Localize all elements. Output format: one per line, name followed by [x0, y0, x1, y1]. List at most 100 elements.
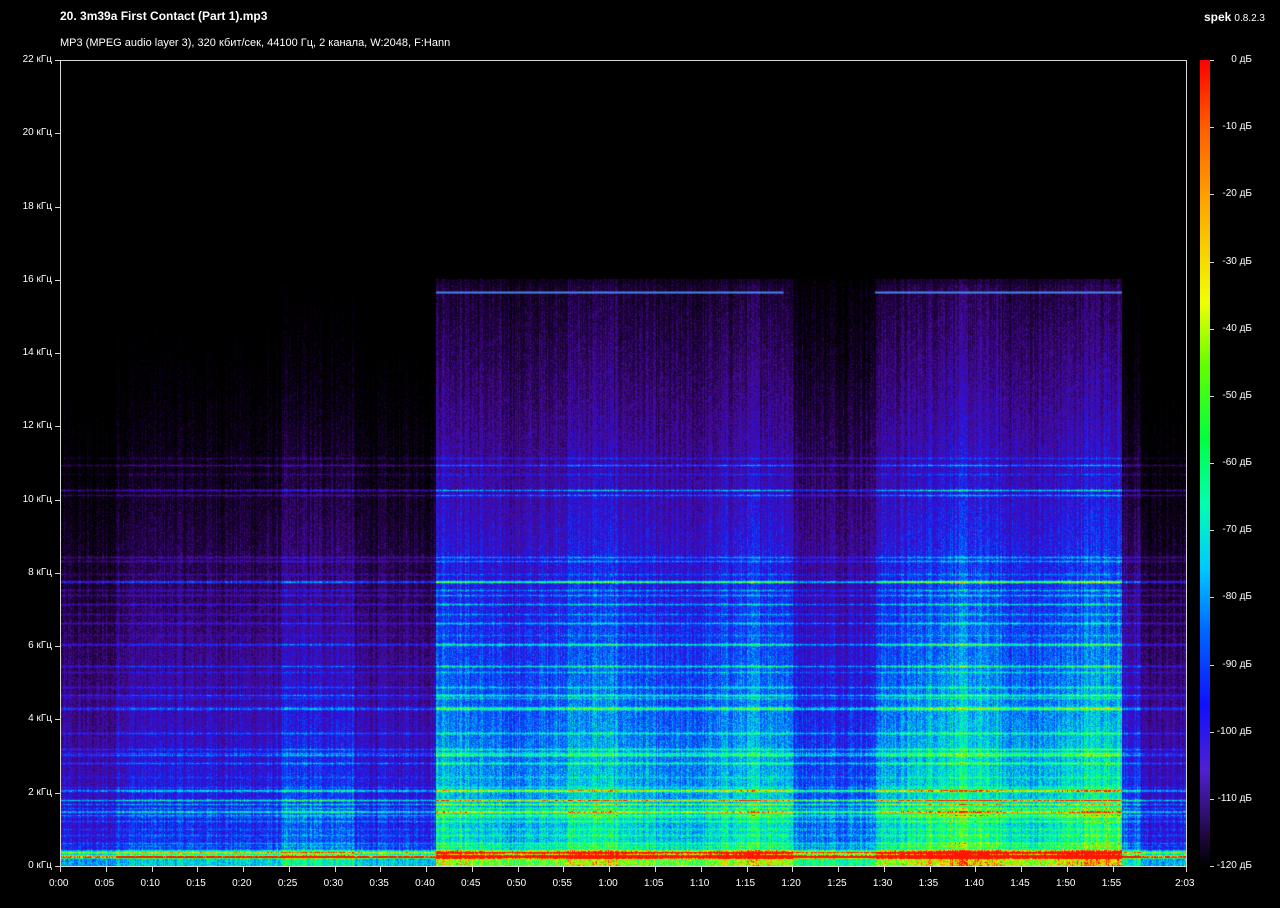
db-tick-label: -20 дБ [1222, 188, 1252, 200]
app-brand: spek 0.8.2.3 [1204, 10, 1265, 24]
time-tick [426, 867, 428, 872]
db-tick [1210, 127, 1214, 129]
db-tick [1210, 328, 1214, 330]
frequency-tick [55, 792, 60, 794]
db-tick-label: -50 дБ [1222, 389, 1252, 401]
db-colorbar [1200, 60, 1210, 867]
time-tick [60, 867, 61, 872]
frequency-tick-label: 10 кГц [22, 493, 52, 505]
time-tick [563, 867, 565, 872]
db-tick [1210, 463, 1214, 464]
time-tick-label: 0:35 [369, 878, 389, 889]
time-tick-label: 0:45 [460, 878, 481, 889]
time-tick [609, 867, 611, 872]
db-tick-label: -30 дБ [1222, 255, 1252, 267]
db-tick [1210, 261, 1214, 263]
frequency-tick-label: 6 кГц [28, 640, 52, 652]
frequency-tick [55, 572, 60, 574]
time-tick [700, 867, 702, 872]
frequency-tick [55, 499, 60, 501]
time-tick-label: 0:30 [323, 878, 344, 889]
frequency-tick-label: 4 кГц [28, 713, 52, 725]
time-tick-label: 1:40 [964, 878, 984, 889]
time-tick [380, 867, 382, 872]
db-tick-label: -100 дБ [1216, 725, 1252, 737]
db-tick [1210, 866, 1214, 867]
time-tick-label: 1:50 [1055, 878, 1076, 889]
time-tick [288, 867, 290, 872]
frequency-tick-label: 16 кГц [22, 273, 52, 285]
time-tick-label: 1:25 [827, 878, 847, 889]
frequency-tick-label: 0 кГц [28, 860, 52, 871]
frequency-tick [55, 206, 60, 208]
time-tick [471, 867, 473, 872]
db-tick-label: 0 дБ [1231, 54, 1252, 65]
time-tick-label: 0:15 [186, 878, 206, 889]
time-tick-label: 0:05 [94, 878, 115, 889]
time-tick [197, 867, 199, 872]
time-tick [517, 867, 519, 872]
frequency-tick [55, 279, 60, 281]
db-tick-label: -90 дБ [1222, 658, 1252, 670]
time-tick [243, 867, 245, 872]
frequency-tick-label: 22 кГц [22, 54, 52, 65]
time-tick [792, 867, 794, 872]
frequency-tick-label: 14 кГц [22, 347, 52, 359]
time-tick [1021, 867, 1023, 872]
time-tick [334, 867, 336, 872]
db-tick-label: -70 дБ [1222, 524, 1252, 536]
time-tick [838, 867, 840, 872]
time-tick-label: 1:05 [644, 878, 664, 889]
time-tick [655, 867, 657, 872]
db-tick [1210, 597, 1214, 599]
frequency-tick [55, 719, 60, 721]
time-tick-label: 1:30 [872, 878, 893, 889]
brand-name: spek [1203, 10, 1232, 24]
db-tick [1210, 60, 1214, 61]
time-tick-label: 1:55 [1101, 878, 1122, 889]
time-tick [151, 867, 153, 872]
db-tick-label: -40 дБ [1222, 322, 1252, 334]
time-tick-label: 0:25 [277, 878, 298, 889]
time-tick [929, 867, 931, 872]
time-tick-label: 2:03 [1175, 878, 1195, 889]
frequency-tick [55, 60, 60, 61]
time-tick-label: 0:40 [415, 878, 435, 889]
frequency-tick-label: 2 кГц [28, 786, 52, 798]
db-tick [1210, 530, 1214, 532]
time-tick [1186, 867, 1187, 872]
spectrogram-plot[interactable] [60, 60, 1187, 867]
time-tick-label: 1:35 [918, 878, 939, 889]
time-tick-label: 1:15 [735, 878, 756, 889]
db-tick [1210, 194, 1214, 196]
db-tick-label: -110 дБ [1217, 792, 1252, 804]
time-tick [1112, 867, 1114, 872]
time-tick-label: 0:10 [140, 878, 160, 889]
time-tick [975, 867, 977, 872]
time-tick-label: 1:10 [689, 878, 710, 889]
spectrogram-image [61, 61, 1186, 866]
time-tick [746, 867, 748, 872]
frequency-tick [55, 353, 60, 355]
frequency-tick-label: 18 кГц [22, 200, 52, 212]
frequency-tick-label: 12 кГц [22, 420, 52, 432]
time-tick-label: 0:00 [49, 878, 69, 889]
db-tick [1210, 395, 1214, 397]
db-tick-label: -80 дБ [1222, 591, 1252, 603]
time-tick [1066, 867, 1068, 872]
time-tick-label: 1:20 [781, 878, 801, 889]
db-tick [1210, 798, 1214, 800]
time-tick-label: 1:45 [1010, 878, 1030, 889]
db-tick [1210, 664, 1214, 666]
db-tick-label: -10 дБ [1222, 121, 1252, 133]
time-tick-label: 0:55 [552, 878, 572, 889]
time-tick-label: 0:50 [506, 878, 527, 889]
frequency-tick-label: 20 кГц [22, 127, 52, 139]
frequency-tick [55, 646, 60, 648]
frequency-tick-label: 8 кГц [28, 566, 52, 578]
frequency-tick [55, 133, 60, 135]
time-tick-label: 0:20 [232, 878, 252, 889]
db-tick-label: -120 дБ [1216, 860, 1252, 871]
audio-info: MP3 (MPEG audio layer 3), 320 кбит/сек, … [60, 37, 451, 49]
time-tick [883, 867, 885, 872]
